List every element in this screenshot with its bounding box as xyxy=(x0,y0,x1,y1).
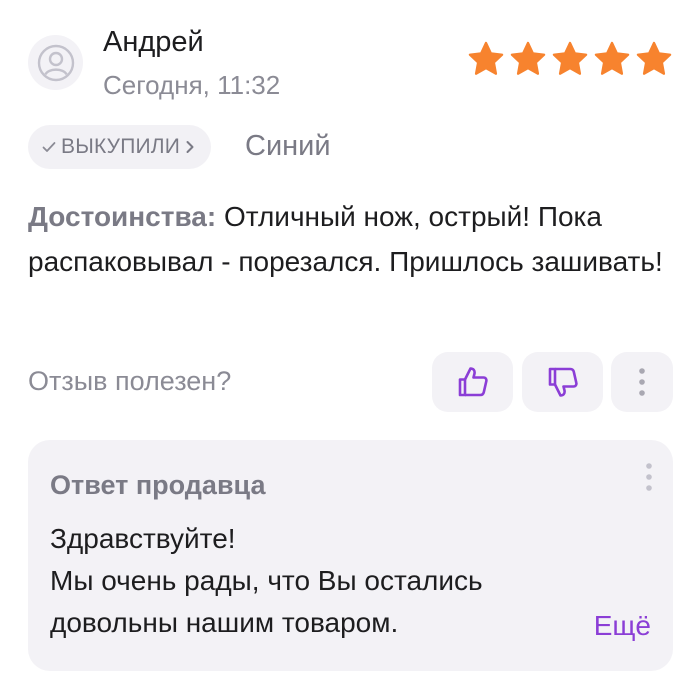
star-icon xyxy=(593,40,631,78)
seller-reply-more-button[interactable] xyxy=(645,462,653,497)
seller-reply-card: Ответ продавца Здравствуйте! Мы очень ра… xyxy=(28,440,673,671)
product-variant: Синий xyxy=(245,130,331,162)
seller-reply-expand-link[interactable]: Ещё xyxy=(594,610,651,642)
star-icon xyxy=(509,40,547,78)
review-text: Достоинства: Отличный нож, острый! Пока … xyxy=(28,194,678,284)
like-button[interactable] xyxy=(432,352,513,412)
seller-reply-body: Мы очень рады, что Вы остались довольны … xyxy=(50,565,483,638)
rating-stars xyxy=(467,40,673,78)
review-date: Сегодня, 11:32 xyxy=(103,70,281,100)
author-name: Андрей xyxy=(103,26,204,58)
check-icon xyxy=(42,142,56,152)
seller-reply-greeting: Здравствуйте! xyxy=(50,523,236,554)
avatar xyxy=(28,35,83,90)
purchased-badge-label: ВЫКУПИЛИ xyxy=(61,135,181,158)
pros-label: Достоинства: xyxy=(28,201,217,232)
thumbs-down-icon xyxy=(548,367,578,397)
seller-reply-title: Ответ продавца xyxy=(50,470,266,500)
star-icon xyxy=(551,40,589,78)
chevron-right-icon xyxy=(186,141,194,153)
star-icon xyxy=(467,40,505,78)
more-vertical-icon xyxy=(646,463,652,491)
helpful-question: Отзыв полезен? xyxy=(28,366,232,396)
seller-reply-text: Здравствуйте! Мы очень рады, что Вы оста… xyxy=(50,518,570,644)
review-more-button[interactable] xyxy=(611,352,673,412)
star-icon xyxy=(635,40,673,78)
user-icon xyxy=(37,44,74,81)
purchased-badge[interactable]: ВЫКУПИЛИ xyxy=(28,125,212,169)
thumbs-up-icon xyxy=(458,367,488,397)
dislike-button[interactable] xyxy=(522,352,603,412)
more-vertical-icon xyxy=(639,368,645,396)
